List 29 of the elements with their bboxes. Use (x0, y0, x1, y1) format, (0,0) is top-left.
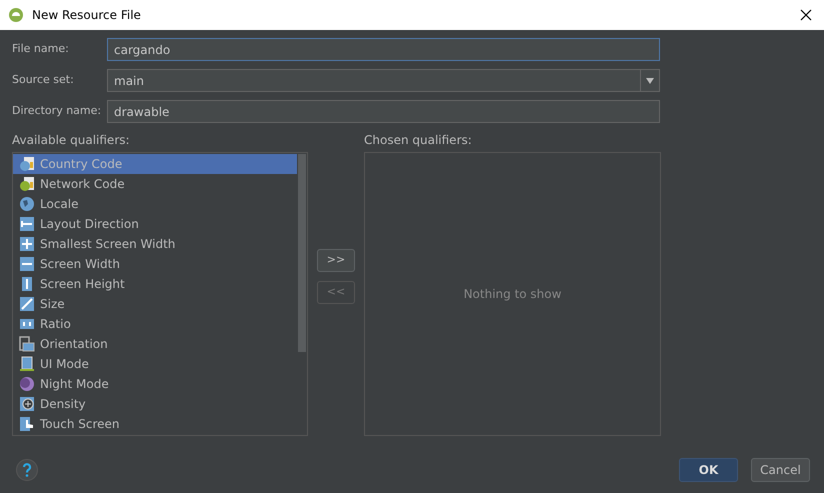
qualifier-item[interactable]: Locale (13, 194, 297, 214)
text-field[interactable]: cargando (107, 38, 660, 61)
qualifier-item[interactable]: Network Code (13, 174, 297, 194)
ok-button[interactable]: OK (679, 458, 738, 482)
field-label: Directory name: (12, 103, 102, 120)
qualifier-item[interactable]: Screen Width (13, 254, 297, 274)
window-title: New Resource File (32, 7, 142, 24)
section-label: Chosen qualifiers: (364, 132, 473, 149)
qualifier-item[interactable]: Orientation (13, 334, 297, 354)
field-label: Source set: (12, 72, 75, 88)
qualifier-item[interactable]: Size (13, 294, 297, 314)
qualifier-item[interactable]: Smallest Screen Width (13, 234, 297, 254)
qualifier-item[interactable]: Ratio (13, 314, 297, 334)
qualifier-item[interactable]: Night Mode (13, 374, 297, 394)
field-value: cargando (113, 42, 172, 58)
section-label: Available qualifiers: (12, 132, 131, 149)
text-field[interactable]: drawable (107, 100, 660, 123)
empty-text: Nothing to show (464, 286, 562, 303)
field-value: drawable (113, 104, 170, 120)
field-label: File name: (12, 41, 70, 58)
move-button[interactable]: >> (317, 249, 355, 272)
qualifier-item[interactable]: Touch Screen (13, 414, 297, 434)
qualifier-item[interactable]: Layout Direction (13, 214, 297, 234)
qualifier-item[interactable]: UI Mode (13, 354, 297, 374)
field-value: main (113, 72, 145, 90)
cancel-button[interactable]: Cancel (751, 458, 810, 482)
qualifier-item[interactable]: Density (13, 394, 297, 414)
source-set-dropdown[interactable]: main (107, 69, 660, 92)
qualifier-item[interactable]: Screen Height (13, 274, 297, 294)
